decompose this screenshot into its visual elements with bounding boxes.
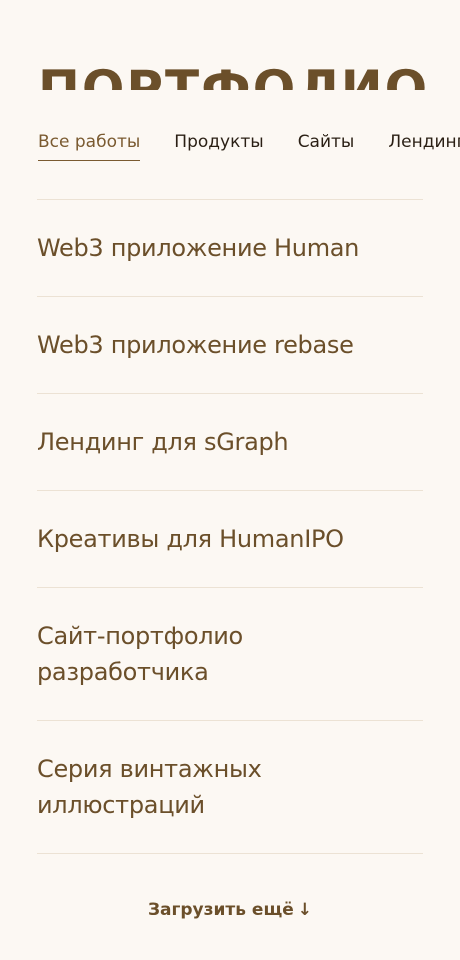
tab-products[interactable]: Продукты — [174, 130, 263, 160]
tab-all-works[interactable]: Все работы — [38, 130, 141, 161]
work-item-web3-rebase[interactable]: Web3 приложение rebase — [37, 297, 423, 394]
work-item-vintage-illustrations[interactable]: Серия винтажных иллюстраций — [37, 721, 423, 854]
load-more-button[interactable]: Загрузить ещё ↓ — [0, 898, 460, 922]
work-item-title: Креативы для HumanIPO — [37, 525, 344, 553]
work-item-web3-human[interactable]: Web3 приложение Human — [37, 200, 423, 297]
work-item-title: Сайт-портфолио разработчика — [37, 622, 243, 686]
works-list: Web3 приложение Human Web3 приложение re… — [37, 199, 423, 854]
work-item-sgraph-landing[interactable]: Лендинг для sGraph — [37, 394, 423, 491]
work-item-title: Серия винтажных иллюстраций — [37, 755, 262, 819]
page-title: ПОРТФОЛИО — [38, 60, 428, 90]
tab-sites[interactable]: Сайты — [298, 130, 355, 160]
work-item-humanipo-creatives[interactable]: Креативы для HumanIPO — [37, 491, 423, 588]
work-item-title: Web3 приложение rebase — [37, 331, 354, 359]
work-item-developer-portfolio[interactable]: Сайт-портфолио разработчика — [37, 588, 423, 721]
category-tabs: Все работы Продукты Сайты Лендинги — [38, 130, 460, 170]
tab-landings[interactable]: Лендинги — [388, 130, 460, 160]
load-more-label: Загрузить ещё — [147, 900, 294, 920]
work-item-title: Лендинг для sGraph — [37, 428, 289, 456]
arrow-down-icon: ↓ — [297, 900, 313, 920]
work-item-title: Web3 приложение Human — [37, 234, 360, 262]
